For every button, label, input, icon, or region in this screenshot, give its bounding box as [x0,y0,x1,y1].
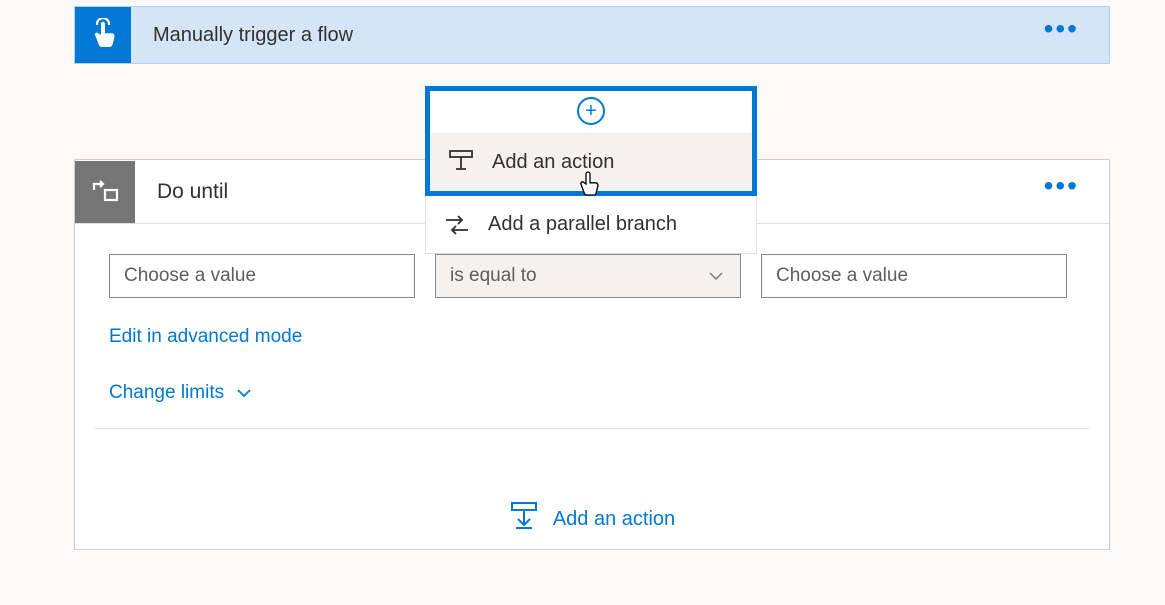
condition-right-input[interactable] [761,254,1067,298]
do-until-more-button[interactable]: ••• [1014,181,1109,191]
operator-label: is equal to [450,265,537,287]
trigger-card[interactable]: Manually trigger a flow ••• [74,6,1110,64]
touch-icon [86,18,120,52]
add-parallel-label: Add a parallel branch [488,213,677,236]
change-limits-toggle[interactable]: Change limits [75,356,1109,428]
chevron-down-icon [234,383,254,403]
change-limits-label: Change limits [109,382,224,404]
add-action-button[interactable]: Add an action [75,429,1109,549]
loop-icon [89,176,121,208]
add-action-icon [448,149,474,175]
condition-left-input[interactable] [109,254,415,298]
insert-step-popover: + Add an action Add a parallel branch [425,86,757,254]
add-action-menu-item[interactable]: Add an action [430,133,752,191]
insert-plus-button[interactable]: + [577,97,605,125]
insert-step-highlight: + Add an action [425,86,757,196]
add-action-icon [509,501,539,531]
add-action-label: Add an action [492,151,614,174]
plus-icon: + [585,101,597,121]
insert-plus-row: + [430,91,752,133]
add-parallel-branch-menu-item[interactable]: Add a parallel branch [425,196,757,254]
parallel-branch-icon [444,212,470,238]
add-action-footer-label: Add an action [553,508,675,531]
condition-operator-select[interactable]: is equal to [435,254,741,298]
trigger-more-button[interactable]: ••• [1014,24,1109,34]
chevron-down-icon [706,266,726,286]
trigger-icon [75,7,131,63]
trigger-title: Manually trigger a flow [131,24,1014,47]
edit-advanced-mode-link[interactable]: Edit in advanced mode [75,316,1109,356]
do-until-icon [75,161,135,223]
edit-advanced-label: Edit in advanced mode [109,326,302,348]
